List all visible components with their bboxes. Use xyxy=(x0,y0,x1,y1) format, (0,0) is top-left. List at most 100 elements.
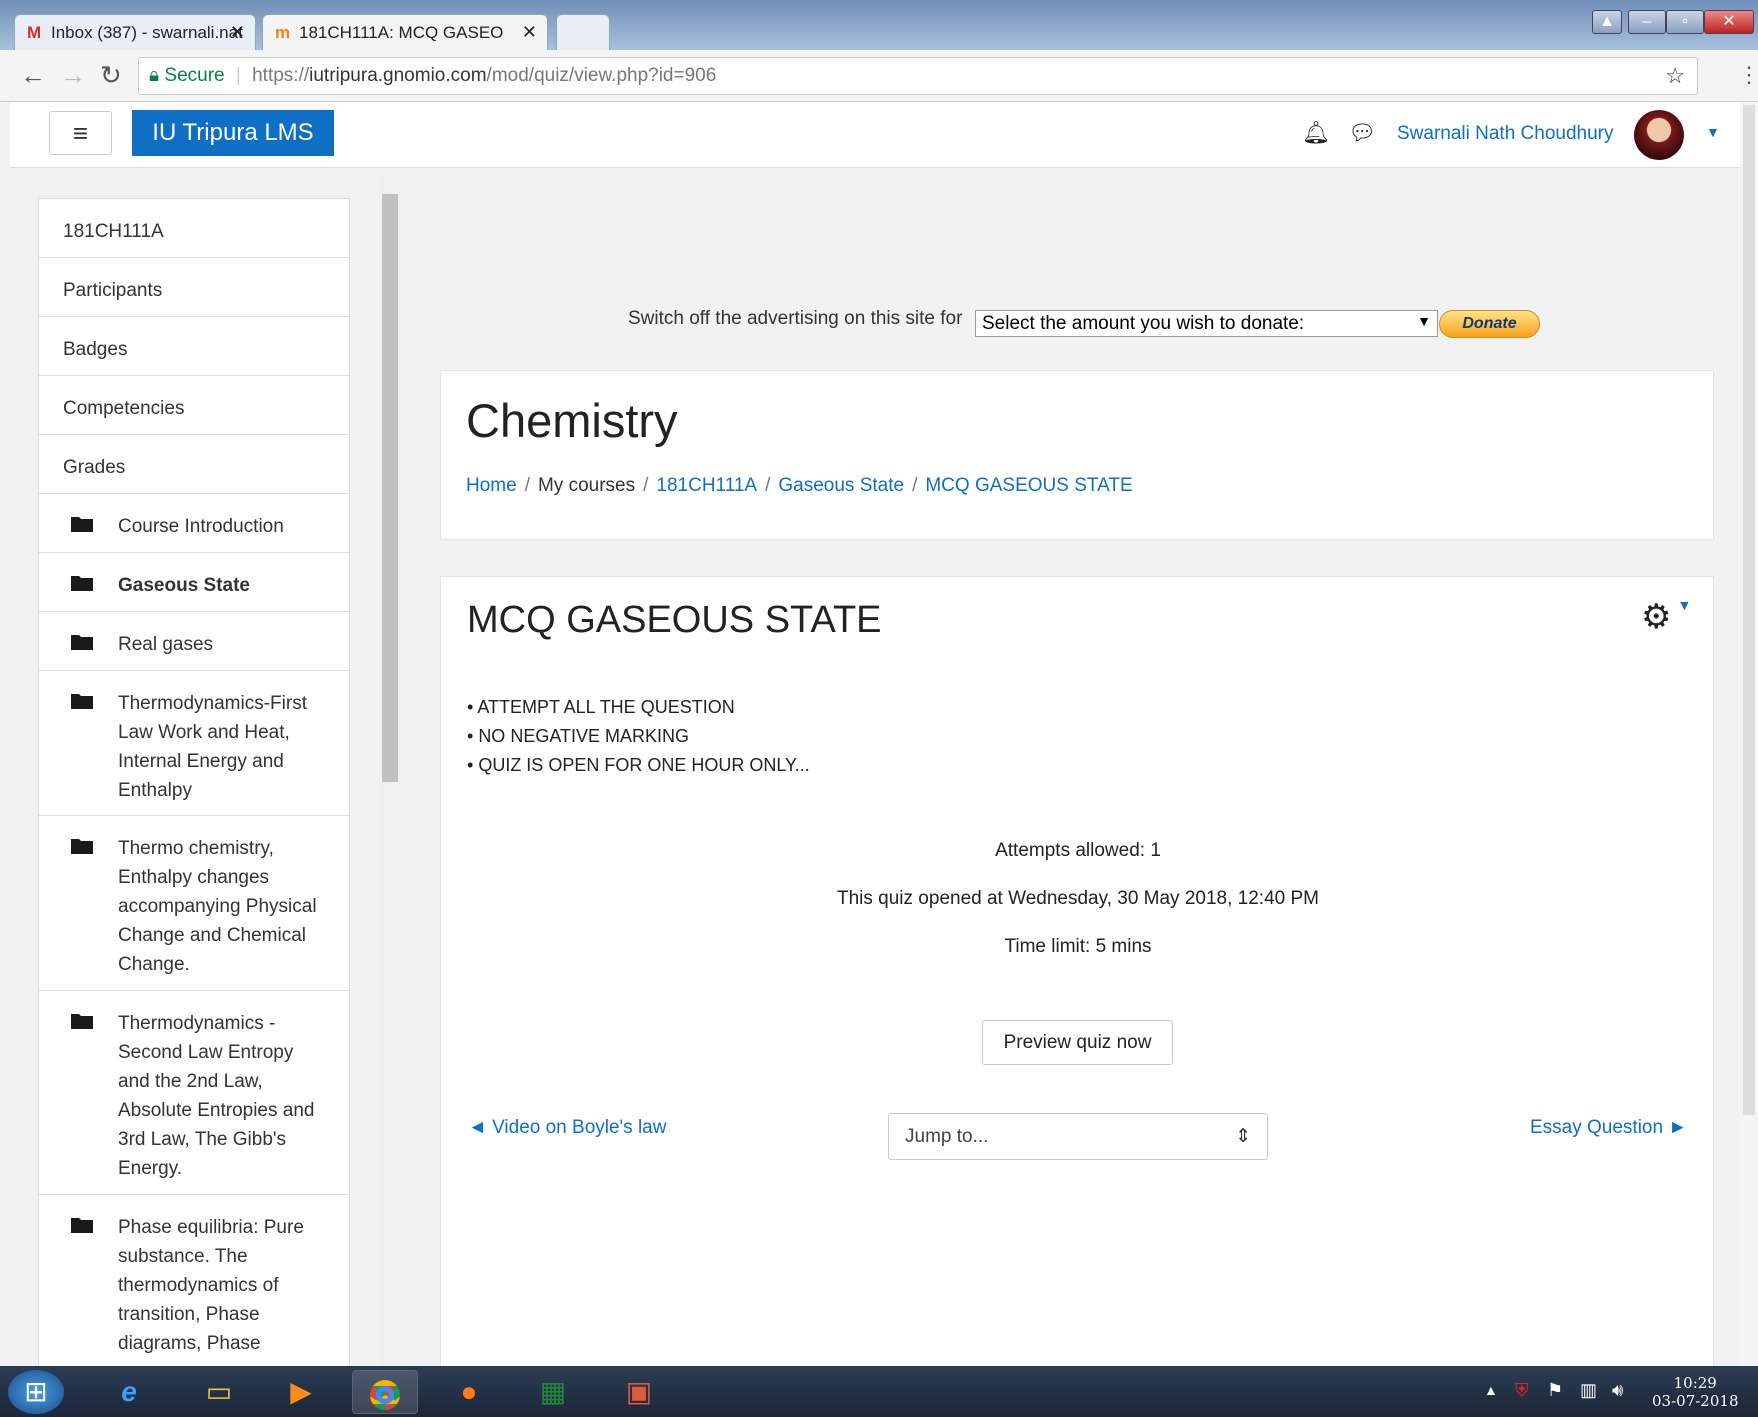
close-tab-icon[interactable]: ✕ xyxy=(230,22,245,43)
tab-title: Inbox (387) - swarnali.nat xyxy=(51,23,243,42)
breadcrumb-quiz[interactable]: MCQ GASEOUS STATE xyxy=(925,475,1132,496)
start-button-icon[interactable]: ⊞ xyxy=(8,1370,64,1414)
folder-icon xyxy=(71,1014,93,1029)
jump-to-value: Jump to... xyxy=(905,1126,989,1147)
notification-bell-icon[interactable]: 🔔︎ xyxy=(1302,120,1330,146)
folder-icon xyxy=(71,1218,93,1233)
close-window-icon[interactable]: ✕ xyxy=(1704,10,1754,34)
folder-icon xyxy=(71,839,93,854)
quiz-main-region: MCQ GASEOUS STATE ⚙ ▼ • ATTEMPT ALL THE Q… xyxy=(440,576,1714,1376)
user-name[interactable]: Swarnali Nath Choudhury xyxy=(1397,123,1614,145)
nav-item-competencies[interactable]: Competencies xyxy=(39,376,349,435)
breadcrumb-separator: / xyxy=(524,475,530,496)
messages-icon[interactable]: 💬︎ xyxy=(1348,120,1376,146)
browser-menu-icon[interactable]: ⋮ xyxy=(1738,62,1758,88)
list-item: • NO NEGATIVE MARKING xyxy=(467,726,690,746)
donate-select-value: Select the amount you wish to donate: xyxy=(982,313,1305,334)
site-navbar: ≡ IU Tripura LMS 🔔︎ 💬︎ Swarnali Nath Cho… xyxy=(10,102,1758,168)
nav-section-item[interactable]: Thermodynamics-First Law Work and Heat, … xyxy=(39,671,349,816)
donate-button[interactable]: Donate xyxy=(1439,310,1540,338)
media-player-icon[interactable]: ▶ xyxy=(268,1370,334,1414)
nav-section-item-active[interactable]: Gaseous State xyxy=(39,553,349,612)
avatar[interactable] xyxy=(1634,110,1684,160)
nav-section-item[interactable]: Real gases xyxy=(39,612,349,671)
security-shield-icon[interactable]: ⛨ xyxy=(1515,1380,1529,1401)
network-icon[interactable]: ▥ xyxy=(1580,1380,1597,1401)
maximize-icon[interactable]: ▫ xyxy=(1666,10,1704,34)
nav-section-item[interactable]: Course Introduction xyxy=(39,494,349,553)
quiz-title: MCQ GASEOUS STATE xyxy=(467,599,882,641)
powerpoint-icon[interactable]: ▣ xyxy=(606,1370,672,1414)
preview-quiz-button[interactable]: Preview quiz now xyxy=(982,1020,1173,1065)
close-tab-icon[interactable]: ✕ xyxy=(522,22,537,43)
select-arrows-icon: ⇕ xyxy=(1235,1126,1251,1147)
user-menu-chevron-icon[interactable]: ▼ xyxy=(1706,124,1720,140)
nav-item-label: Phase equilibria: Pure substance. The th… xyxy=(118,1217,304,1354)
nav-section-item[interactable]: Phase equilibria: Pure substance. The th… xyxy=(39,1195,349,1367)
breadcrumb-separator: / xyxy=(643,475,649,496)
file-explorer-icon[interactable]: ▭ xyxy=(186,1370,252,1414)
browser-tab-bar: M Inbox (387) - swarnali.nat ✕ m 181CH11… xyxy=(0,0,1758,50)
sidebar-scrollbar-thumb[interactable] xyxy=(382,194,398,782)
breadcrumb-course[interactable]: 181CH111A xyxy=(656,475,757,496)
page-title: Chemistry xyxy=(466,394,678,447)
folder-icon xyxy=(71,576,93,591)
intro-text: ATTEMPT ALL THE QUESTION xyxy=(477,697,735,717)
url-field[interactable]: 🔒︎ Secure | https://iutripura.gnomio.com… xyxy=(138,57,1698,95)
firefox-icon[interactable]: ● xyxy=(436,1370,502,1414)
site-brand[interactable]: IU Tripura LMS xyxy=(132,110,334,156)
excel-icon[interactable]: ▦ xyxy=(520,1370,586,1414)
nav-item-course[interactable]: 181CH111A xyxy=(39,199,349,258)
breadcrumb-my-courses[interactable]: My courses xyxy=(538,475,635,496)
tab-gmail[interactable]: M Inbox (387) - swarnali.nat ✕ xyxy=(14,14,256,50)
user-profile-icon[interactable]: ▲ xyxy=(1592,10,1622,34)
chrome-icon[interactable] xyxy=(352,1370,418,1414)
breadcrumb-home[interactable]: Home xyxy=(466,475,517,496)
tab-title: 181CH111A: MCQ GASEO xyxy=(299,23,504,42)
nav-item-participants[interactable]: Participants xyxy=(39,258,349,317)
jump-to-select[interactable]: Jump to... ⇕ xyxy=(888,1113,1268,1160)
folder-icon xyxy=(71,635,93,650)
page-scrollbar-thumb[interactable] xyxy=(1743,105,1755,1115)
tab-quiz[interactable]: m 181CH111A: MCQ GASEO ✕ xyxy=(262,14,548,50)
reload-icon[interactable]: ↻ xyxy=(100,60,122,91)
breadcrumb-section[interactable]: Gaseous State xyxy=(778,475,904,496)
drawer-toggle-button[interactable]: ≡ xyxy=(49,111,112,155)
next-activity-link[interactable]: Essay Question ► xyxy=(1530,1117,1687,1139)
forward-icon[interactable]: → xyxy=(60,60,86,91)
intro-text: QUIZ IS OPEN FOR ONE HOUR ONLY... xyxy=(478,755,810,775)
nav-item-grades[interactable]: Grades xyxy=(39,435,349,494)
address-bar-row: ← → ↻ 🔒︎ Secure | https://iutripura.gnom… xyxy=(0,50,1758,102)
quiz-intro-list: • ATTEMPT ALL THE QUESTION • NO NEGATIVE… xyxy=(467,693,810,780)
intro-text: NO NEGATIVE MARKING xyxy=(478,726,690,746)
new-tab-button[interactable] xyxy=(556,14,610,50)
nav-item-badges[interactable]: Badges xyxy=(39,317,349,376)
show-hidden-icons-icon[interactable]: ▲ xyxy=(1484,1382,1498,1398)
system-clock[interactable]: 10:29 03-07-2018 xyxy=(1652,1374,1738,1410)
nav-section-item[interactable]: Thermodynamics - Second Law Entropy and … xyxy=(39,991,349,1195)
moodle-icon: m xyxy=(275,23,291,42)
donate-amount-select[interactable]: Select the amount you wish to donate: ▼ xyxy=(975,310,1438,337)
internet-explorer-icon[interactable]: e xyxy=(96,1370,162,1414)
nav-item-label: Competencies xyxy=(63,398,185,419)
secure-label: Secure xyxy=(164,65,225,86)
nav-section-item[interactable]: Thermo chemistry, Enthalpy changes accom… xyxy=(39,816,349,991)
list-item: • ATTEMPT ALL THE QUESTION xyxy=(467,697,735,717)
quiz-opened-date: This quiz opened at Wednesday, 30 May 20… xyxy=(837,888,1319,909)
url-path: /mod/quiz/view.php?id=906 xyxy=(486,65,717,86)
back-icon[interactable]: ← xyxy=(20,60,46,91)
breadcrumb: Home / My courses / 181CH111A / Gaseous State /… xyxy=(466,475,1133,497)
gear-icon[interactable]: ⚙ ▼ xyxy=(1641,597,1691,637)
action-center-flag-icon[interactable]: ⚑ xyxy=(1547,1380,1563,1401)
chevron-down-icon: ▼ xyxy=(1677,597,1692,613)
prev-activity-link[interactable]: ◄ Video on Boyle's law xyxy=(468,1117,666,1139)
nav-item-label: Real gases xyxy=(118,634,214,655)
clock-date: 03-07-2018 xyxy=(1652,1392,1739,1410)
bookmark-star-icon[interactable]: ☆ xyxy=(1665,58,1685,94)
breadcrumb-separator: / xyxy=(765,475,771,496)
volume-icon[interactable]: 🔊︎ xyxy=(1612,1380,1623,1401)
minimize-icon[interactable]: – xyxy=(1628,10,1666,34)
lock-icon: 🔒︎ xyxy=(149,65,160,86)
chevron-down-icon: ▼ xyxy=(1417,313,1431,329)
clock-time: 10:29 xyxy=(1673,1374,1717,1392)
